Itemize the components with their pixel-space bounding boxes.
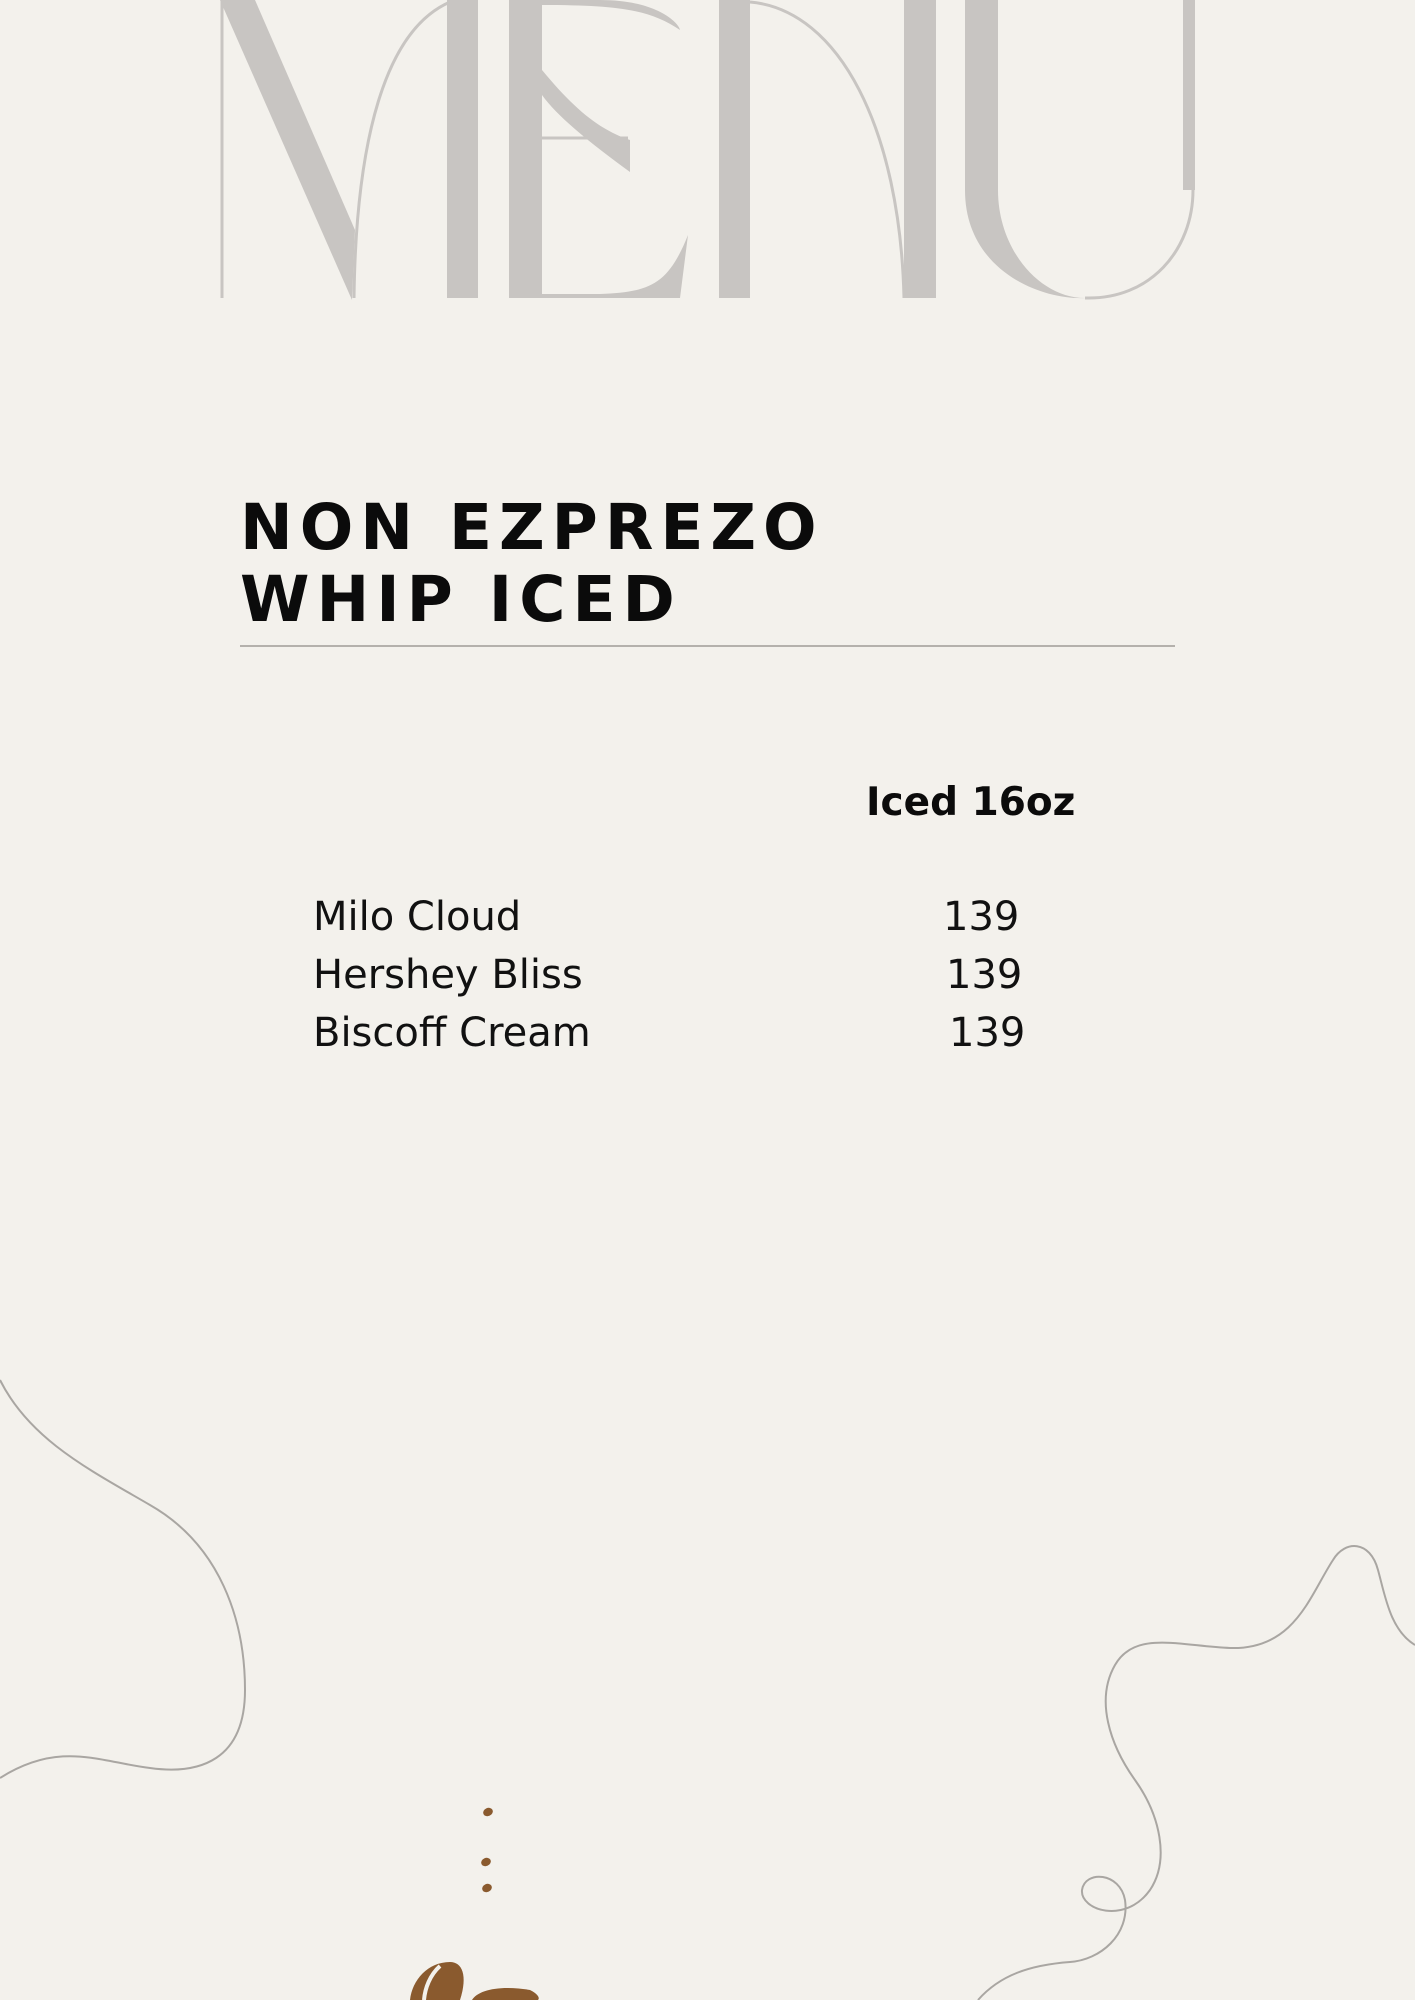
section-title-line-2: WHIP ICED <box>240 563 682 636</box>
menu-item-name: Biscoff Cream <box>313 1010 591 1056</box>
squiggle-left-decoration <box>0 1379 247 1779</box>
dotted-steam-decoration <box>481 1807 493 1893</box>
section-title: NON EZPREZO WHIP ICED <box>240 492 824 636</box>
section-title-line-1: NON EZPREZO <box>240 491 824 564</box>
menu-page: NON EZPREZO WHIP ICED Iced 16oz Milo Clo… <box>0 0 1415 2000</box>
menu-item-name: Milo Cloud <box>313 894 522 940</box>
squiggle-right-decoration <box>977 1545 1415 2000</box>
menu-item: Biscoff Cream 139 <box>313 1010 1073 1068</box>
menu-item: Milo Cloud 139 <box>313 894 1073 952</box>
menu-item-price: 139 <box>943 894 1020 940</box>
menu-wordmark-logo <box>220 0 1195 300</box>
size-column-header: Iced 16oz <box>866 780 1076 825</box>
menu-item: Hershey Bliss 139 <box>313 952 1073 1010</box>
coffee-bean-icon <box>410 1962 539 2000</box>
title-divider <box>240 645 1175 647</box>
menu-item-list: Milo Cloud 139 Hershey Bliss 139 Biscoff… <box>313 894 1073 1068</box>
menu-item-price: 139 <box>946 952 1023 998</box>
menu-item-name: Hershey Bliss <box>313 952 583 998</box>
menu-item-price: 139 <box>949 1010 1026 1056</box>
